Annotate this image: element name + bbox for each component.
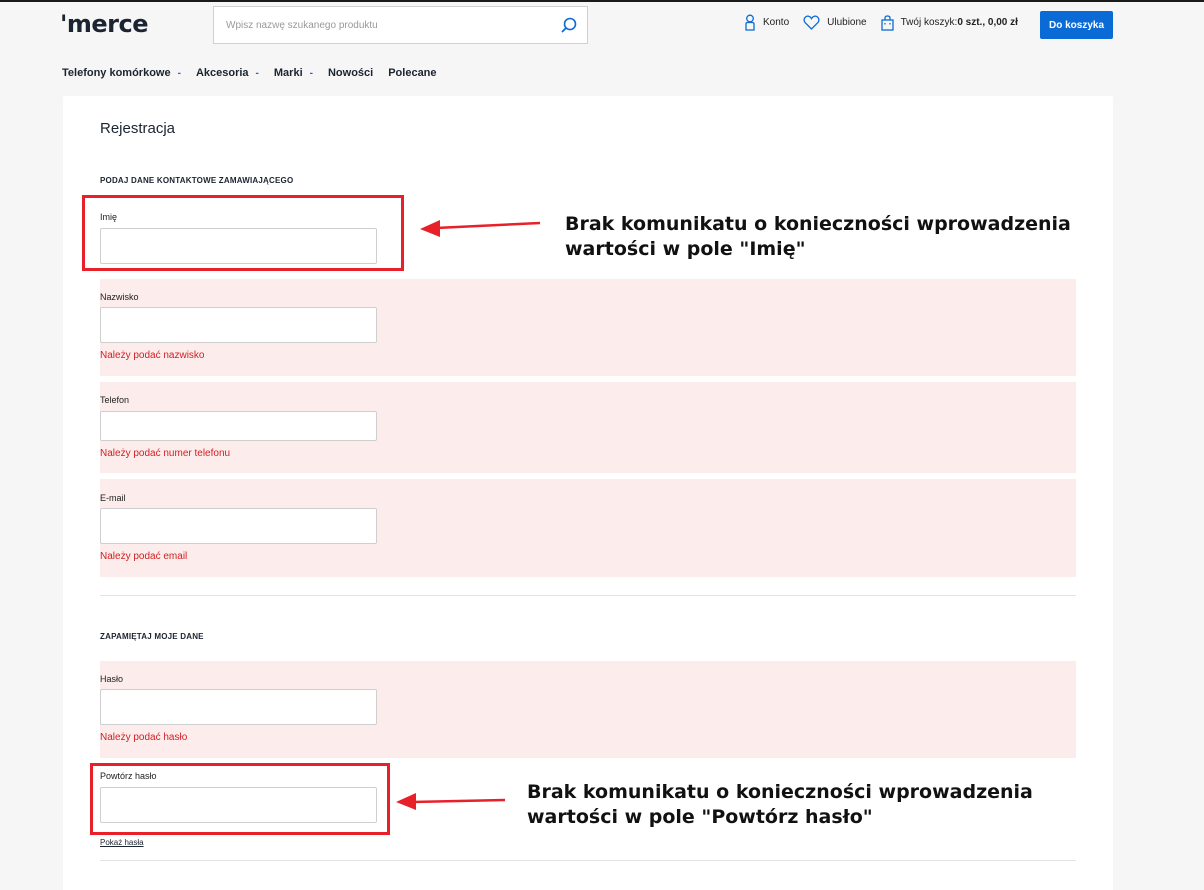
nav-item-phones[interactable]: Telefony komórkowe - [62, 67, 181, 79]
section-title-remember: ZAPAMIĘTAJ MOJE DANE [100, 632, 204, 641]
nav-item-new[interactable]: Nowości [328, 67, 373, 79]
search-icon [561, 17, 576, 32]
heart-icon [803, 15, 820, 30]
search-box [213, 6, 588, 44]
cart-summary: 0 szt., 0,00 zł [957, 17, 1018, 28]
site-header: 'merce Konto Ulubione [0, 2, 1204, 92]
phone-error: Należy podać numer telefonu [100, 448, 231, 459]
dropdown-caret-icon: - [309, 67, 313, 79]
page-title: Rejestracja [100, 120, 176, 137]
annotation-line: Brak komunikatu o konieczności wprowadze… [565, 213, 1071, 235]
annotation-line: wartości w pole "Powtórz hasło" [527, 806, 873, 828]
password-error: Należy podać hasło [100, 732, 188, 743]
phone-input[interactable] [100, 411, 377, 441]
cart-prefix: Twój koszyk: [900, 17, 958, 28]
main-nav: Telefony komórkowe - Akcesoria - Marki -… [62, 67, 452, 79]
cart-link[interactable]: Twój koszyk: 0 szt., 0,00 zł [880, 14, 1018, 31]
site-logo[interactable]: 'merce [60, 10, 148, 38]
section-title-contact: PODAJ DANE KONTAKTOWE ZAMAWIAJĄCEGO [100, 176, 294, 185]
annotation-highlight-first-name [82, 195, 404, 271]
email-error: Należy podać email [100, 551, 188, 562]
last-name-field-group: Nazwisko Należy podać nazwisko [100, 279, 1076, 376]
shopping-bag-icon [880, 14, 894, 31]
nav-item-label: Akcesoria [195, 67, 249, 79]
header-tools: Konto Ulubione Twój koszyk: 0 szt., 0,00… [744, 14, 1032, 31]
email-input[interactable] [100, 508, 377, 544]
section-divider [100, 595, 1076, 596]
nav-item-label: Telefony komórkowe [62, 67, 171, 79]
last-name-label: Nazwisko [100, 292, 139, 302]
phone-field-group: Telefon Należy podać numer telefonu [100, 382, 1076, 473]
show-passwords-link[interactable]: Pokaż hasła [100, 838, 144, 847]
favorites-label: Ulubione [827, 17, 867, 28]
nav-item-brands[interactable]: Marki - [274, 67, 313, 79]
search-button[interactable] [551, 7, 587, 43]
email-field-group: E-mail Należy podać email [100, 479, 1076, 577]
phone-label: Telefon [100, 395, 130, 405]
email-label: E-mail [100, 493, 126, 503]
nav-item-label: Polecane [388, 67, 437, 79]
dropdown-caret-icon: - [255, 67, 259, 79]
dropdown-caret-icon: - [177, 67, 181, 79]
go-to-cart-button[interactable]: Do koszyka [1040, 11, 1113, 39]
section-divider [100, 860, 1076, 861]
account-link[interactable]: Konto [744, 14, 789, 31]
last-name-input[interactable] [100, 307, 377, 343]
nav-item-recommended[interactable]: Polecane [388, 67, 436, 79]
annotation-note-repeat-password: Brak komunikatu o konieczności wprowadze… [527, 780, 1033, 830]
password-field-group: Hasło Należy podać hasło [100, 661, 1076, 758]
password-label: Hasło [100, 674, 124, 684]
password-input[interactable] [100, 689, 377, 725]
nav-item-accessories[interactable]: Akcesoria - [196, 67, 259, 79]
annotation-highlight-repeat-password [90, 763, 390, 835]
favorites-link[interactable]: Ulubione [803, 15, 867, 30]
annotation-line: wartości w pole "Imię" [565, 238, 806, 260]
last-name-error: Należy podać nazwisko [100, 350, 205, 361]
account-label: Konto [763, 17, 790, 28]
user-icon [745, 14, 755, 31]
annotation-note-first-name: Brak komunikatu o konieczności wprowadze… [565, 212, 1071, 262]
annotation-line: Brak komunikatu o konieczności wprowadze… [527, 781, 1033, 803]
nav-item-label: Marki [273, 67, 303, 79]
nav-item-label: Nowości [327, 67, 374, 79]
search-input[interactable] [214, 7, 551, 43]
